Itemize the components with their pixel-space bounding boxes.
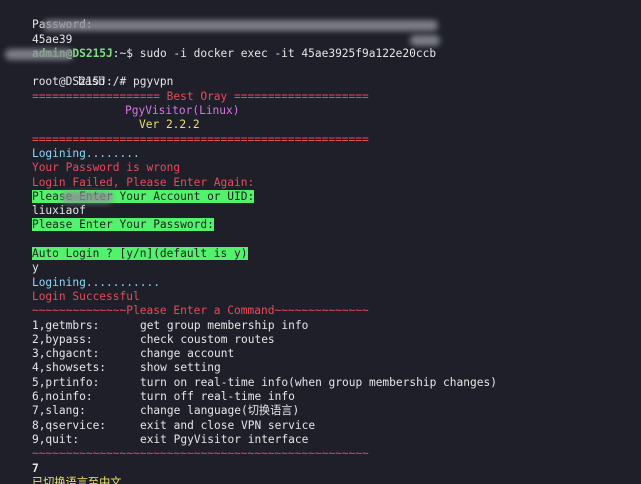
docker-command-line: admin@DS215J:~$ sudo -i docker exec -it … xyxy=(5,33,641,60)
language-result: 已切换语言至中文 xyxy=(31,475,122,484)
command-row: 3,chgacnt: change account xyxy=(5,333,641,360)
password-value-line: 45ae39 xyxy=(5,18,641,46)
redacted-account-blur xyxy=(61,191,113,203)
terminal-window[interactable]: Password: 45ae39 admin@DS215J:~$ sudo -i… xyxy=(0,0,641,484)
logining-second-line: Logining........... xyxy=(5,261,641,289)
redacted-prefix-blur xyxy=(5,48,73,60)
command-row: 5,prtinfo: turn on real-time info(when gr… xyxy=(5,361,641,389)
banner-bottom-line: ========================================… xyxy=(5,118,641,146)
logining-first-line: Logining........ xyxy=(5,133,641,160)
bash-line: bash xyxy=(5,47,641,88)
login-failed-line: Login Failed, Please Enter Again: xyxy=(5,161,641,189)
account-value-line: liuxiaof xyxy=(5,190,641,217)
command-footer-line: ~~~~~~~~~~~~~~~~~~~~~~~~~~~~~~~~~~~~~~~~… xyxy=(5,433,641,460)
app-name-line: PgyVisitor(Linux) xyxy=(5,90,641,117)
redacted-container-id-blur xyxy=(410,34,440,46)
enter-password-line: Please Enter Your Password: xyxy=(5,204,641,232)
command-row: 7,slang: change language(切换语言) xyxy=(5,390,641,417)
command-row: 9,quit: exit PgyVisitor interface xyxy=(5,419,641,446)
login-success-line: Login Successful xyxy=(5,276,641,303)
enter-account-line: Please Enter Your Account or UID: xyxy=(5,176,641,203)
command-row: 6,noinfo: turn off real-time info xyxy=(5,376,641,403)
command-row: 4,showsets: show setting xyxy=(5,347,641,374)
command-header-line: ~~~~~~~~~~~~~~Please Enter a Command~~~~… xyxy=(5,290,641,317)
language-result-line: 已切换语言至中文 xyxy=(5,462,641,484)
auto-login-answer-line: y xyxy=(5,247,641,274)
redacted-password-blur xyxy=(43,20,438,32)
command-row: 2,bypass: check coustom routes xyxy=(5,319,641,346)
user-input-line: 7 xyxy=(5,447,641,475)
auto-login-line: Auto Login ? [y/n](default is y) xyxy=(5,233,641,261)
command-row: 1,getmbrs: get group membership info xyxy=(5,304,641,332)
password-label-line: Password: xyxy=(5,4,641,31)
root-prompt-line: root@DS215J:/# pgyvpn xyxy=(5,61,641,88)
banner-top-line: =================== Best Oray ==========… xyxy=(5,75,641,103)
command-row: 8,qservice: exit and close VPN service xyxy=(5,404,641,432)
app-version-line: Ver 2.2.2 xyxy=(5,104,641,131)
wrong-password-line: Your Password is wrong xyxy=(5,147,641,174)
